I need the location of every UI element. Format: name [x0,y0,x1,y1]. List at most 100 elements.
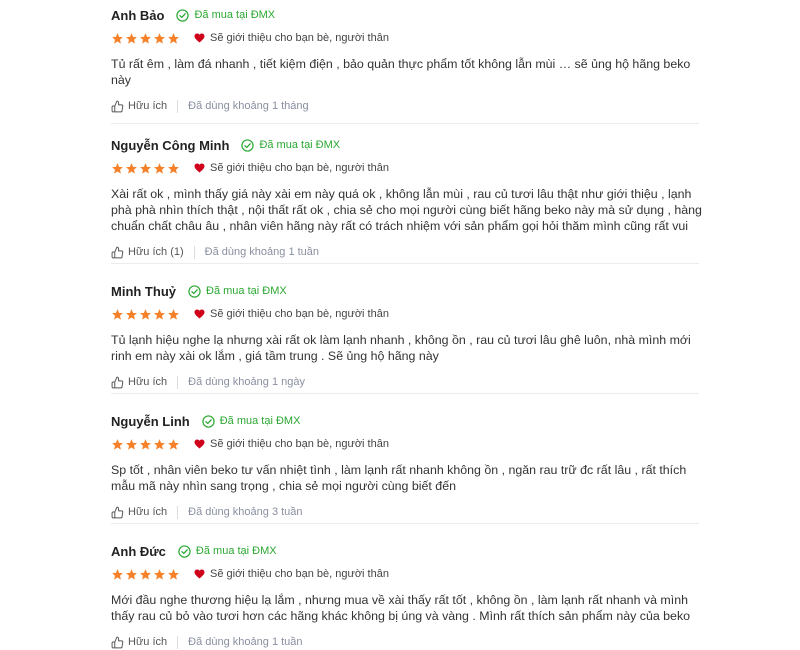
star-icon [126,568,137,580]
heart-icon [194,569,205,579]
helpful-button[interactable]: Hữu ích [111,636,167,649]
heart-icon [194,163,205,173]
review-text-line: Xài rất ok , mình thấy giá này xài em nà… [111,187,692,201]
review-item: Nguyễn Linh Đã mua tại ĐMX Sẽ giới thiệu… [111,411,699,524]
recommend-label: Sẽ giới thiệu cho bạn bè, người thân [210,32,389,44]
divider [177,635,179,649]
reviewer-name: Nguyễn Công Minh [111,137,230,153]
review-text-line: mẫu mã này nhìn sang trọng , chia sẻ mọi… [111,479,456,493]
reviewer-name: Nguyễn Linh [111,413,190,429]
star-icon [140,438,151,450]
usage-duration: Đã dùng khoảng 1 ngày [188,376,305,388]
usage-duration: Đã dùng khoảng 1 tuần [204,246,320,258]
review-item: Nguyễn Công Minh Đã mua tại ĐMX Sẽ giới … [111,135,702,264]
star-icon [168,32,179,44]
recommend-note: Sẽ giới thiệu cho bạn bè, người thân [194,438,389,450]
star-icon [154,162,165,174]
star-icon [154,32,165,44]
helpful-button[interactable]: Hữu ích [111,100,167,113]
recommend-note: Sẽ giới thiệu cho bạn bè, người thân [194,162,389,174]
star-icon [112,162,123,174]
review-text-line: phà phà nhìn thích thật , nội thất rất o… [111,203,702,217]
star-rating [111,32,180,45]
helpful-button[interactable]: Hữu ích [111,376,167,389]
helpful-label: Hữu ích [128,100,168,112]
star-icon [112,308,123,320]
helpful-label: Hữu ích [128,376,168,388]
divider [177,99,179,113]
review-text-line: Mới đầu nghe thương hiệu lạ lắm , nhưng … [111,593,688,607]
thumbs-up-icon [111,376,124,388]
recommend-label: Sẽ giới thiệu cho bạn bè, người thân [210,438,389,450]
star-icon [140,162,151,174]
divider [177,375,179,389]
star-icon [126,308,137,320]
review-content: Sp tốt , nhân viên beko tư vấn nhiệt tìn… [111,462,699,494]
verified-purchase-label: Đã mua tại ĐMX [206,285,287,297]
star-icon [154,438,165,450]
review-item: Anh Đức Đã mua tại ĐMX Sẽ giới thiệu cho… [111,541,699,649]
reviewer-name: Minh Thuỷ [111,283,176,299]
review-text-line: thấy rau củ bỏ vào tươi hơn các hãng khá… [111,609,691,623]
recommend-note: Sẽ giới thiệu cho bạn bè, người thân [194,32,389,44]
star-icon [126,162,137,174]
thumbs-up-icon [111,506,124,518]
review-item: Anh Bảo Đã mua tại ĐMX Sẽ giới thiệu cho… [111,5,699,124]
review-text-line: này [111,73,131,87]
review-text-line: Tủ lạnh hiệu nghe lạ nhưng xài rất ok là… [111,333,691,347]
usage-duration: Đã dùng khoảng 1 tuần [188,636,303,648]
review-content: Mới đầu nghe thương hiệu lạ lắm , nhưng … [111,592,699,624]
helpful-button[interactable]: Hữu ích [111,506,167,519]
review-list: Anh Bảo Đã mua tại ĐMX Sẽ giới thiệu cho… [0,0,800,649]
heart-icon [194,309,205,319]
star-icon [168,162,179,174]
review-item: Minh Thuỷ Đã mua tại ĐMX Sẽ giới thiệu c… [111,281,699,394]
star-icon [112,32,123,44]
recommend-label: Sẽ giới thiệu cho bạn bè, người thân [210,568,389,580]
check-circle-icon [178,544,191,558]
thumbs-up-icon [111,246,124,258]
review-content: Xài rất ok , mình thấy giá này xài em nà… [111,186,702,234]
reviewer-name: Anh Bảo [111,7,165,23]
helpful-label: Hữu ích [128,636,168,648]
usage-duration: Đã dùng khoảng 1 tháng [188,100,309,112]
verified-purchase-label: Đã mua tại ĐMX [259,139,341,151]
verified-purchase-badge: Đã mua tại ĐMX [188,284,287,298]
star-icon [140,308,151,320]
star-icon [126,32,137,44]
star-icon [154,568,165,580]
heart-icon [194,439,205,449]
helpful-button[interactable]: Hữu ích (1) [111,246,184,259]
star-icon [168,568,179,580]
recommend-label: Sẽ giới thiệu cho bạn bè, người thân [210,162,389,174]
star-rating [111,162,180,175]
thumbs-up-icon [111,100,124,112]
verified-purchase-label: Đã mua tại ĐMX [194,9,276,21]
recommend-note: Sẽ giới thiệu cho bạn bè, người thân [194,308,389,320]
verified-purchase-badge: Đã mua tại ĐMX [202,414,300,428]
review-text-line: Tủ rất êm , làm đá nhanh , tiết kiệm điệ… [111,57,691,71]
star-icon [112,438,123,450]
verified-purchase-badge: Đã mua tại ĐMX [241,138,341,152]
review-content: Tủ lạnh hiệu nghe lạ nhưng xài rất ok là… [111,332,699,364]
star-icon [140,568,151,580]
star-rating [111,568,180,581]
star-icon [140,32,151,44]
recommend-label: Sẽ giới thiệu cho bạn bè, người thân [210,308,389,320]
verified-purchase-label: Đã mua tại ĐMX [195,545,277,557]
check-circle-icon [176,8,190,22]
star-icon [154,308,165,320]
heart-icon [194,33,205,43]
helpful-label: Hữu ích [128,506,168,518]
review-text-line: Sp tốt , nhân viên beko tư vấn nhiệt tìn… [111,463,687,477]
review-text-line: chuẩn chất châu âu , nhân viên hãng này … [111,219,689,233]
verified-purchase-badge: Đã mua tại ĐMX [176,8,276,22]
star-rating [111,438,180,451]
recommend-note: Sẽ giới thiệu cho bạn bè, người thân [194,568,389,580]
star-icon [112,568,123,580]
thumbs-up-icon [111,636,124,648]
verified-purchase-badge: Đã mua tại ĐMX [178,544,277,558]
check-circle-icon [241,138,255,152]
check-circle-icon [202,414,215,428]
helpful-label: Hữu ích (1) [128,246,184,258]
